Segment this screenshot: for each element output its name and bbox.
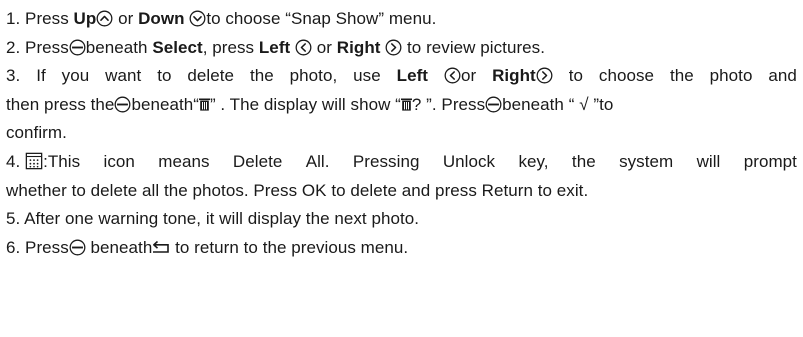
key-select-label: Select	[152, 37, 203, 57]
minus-circle-icon	[69, 39, 86, 56]
step-3-line: 3. If you want to delete the photo, use …	[6, 62, 797, 91]
left-circle-icon	[444, 67, 461, 84]
return-arrow-icon	[152, 240, 170, 254]
trash-icon	[199, 98, 210, 111]
step-4-line: 4. :This icon means Delete All. Pressing…	[6, 151, 797, 171]
key-down-label: Down	[138, 9, 185, 28]
key-left-label: Left	[258, 37, 291, 57]
trash-icon	[401, 98, 412, 111]
step-3-confirm-line: confirm.	[6, 123, 67, 143]
step-3-continued-line: then press the beneath“” . The display wi…	[6, 94, 614, 114]
step-4-continued-line: whether to delete all the photos. Press …	[6, 180, 589, 200]
delete-all-grid-icon	[25, 152, 43, 170]
up-circle-icon	[96, 10, 113, 27]
instruction-document: 1. Press Up or Down to choose “Snap Show…	[0, 0, 803, 262]
step-2-line: 2. Press beneath Select, press Left or Ri…	[6, 37, 545, 57]
step-1-line: 1. Press Up or Down to choose “Snap Show…	[6, 9, 437, 28]
minus-circle-icon	[69, 239, 86, 256]
key-right-label: Right	[492, 66, 536, 86]
minus-circle-icon	[114, 96, 131, 113]
minus-circle-icon	[485, 96, 502, 113]
key-left-label: Left	[396, 66, 429, 86]
right-circle-icon	[385, 39, 402, 56]
left-circle-icon	[295, 39, 312, 56]
step-6-line: 6. Press beneath to return to the previo…	[6, 237, 409, 257]
down-circle-icon	[189, 10, 206, 27]
key-right-label: Right	[336, 37, 381, 57]
key-up-label: Up	[73, 9, 97, 28]
right-circle-icon	[536, 67, 553, 84]
step-5-line: 5. After one warning tone, it will displ…	[6, 209, 420, 229]
